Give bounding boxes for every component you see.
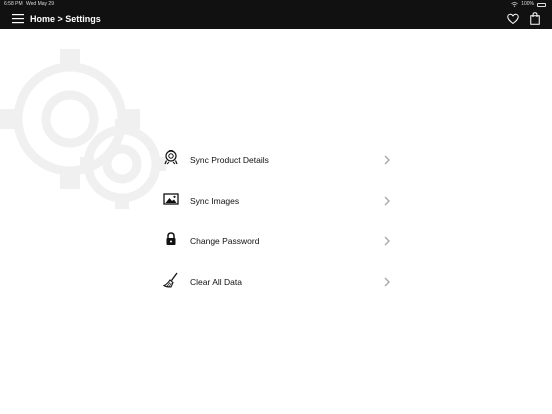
chevron-right-icon [384, 277, 390, 286]
sync-product-icon [164, 150, 178, 165]
settings-item-sync-product-details[interactable]: Sync Product Details [160, 140, 400, 181]
chevron-right-icon [384, 155, 390, 165]
heart-icon[interactable] [507, 13, 519, 25]
shopping-bag-icon[interactable] [530, 12, 540, 25]
battery-percent: 100% [521, 1, 534, 7]
breadcrumb-current: Settings [65, 14, 101, 24]
battery-icon [537, 2, 546, 7]
settings-item-clear-all-data[interactable]: Clear All Data [160, 262, 400, 303]
nav-bar: Home > Settings [0, 9, 552, 29]
status-bar: 6:58 PM Wed May 29 100% [0, 0, 552, 9]
image-icon [163, 192, 179, 205]
clear-all-data-label: Clear All Data [190, 276, 242, 287]
chevron-right-icon [384, 236, 390, 246]
sync-product-details-label: Sync Product Details [190, 155, 269, 165]
status-time: 6:58 PM [4, 1, 23, 7]
wifi-icon [511, 2, 518, 7]
status-right: 100% [511, 0, 546, 9]
broom-icon [163, 272, 178, 288]
change-password-label: Change Password [190, 236, 260, 246]
settings-item-sync-images[interactable]: Sync Images [160, 181, 400, 222]
breadcrumb-home-link[interactable]: Home > [30, 14, 63, 24]
chevron-right-icon [384, 196, 390, 205]
hamburger-menu-icon[interactable] [12, 13, 24, 24]
settings-list: Sync Product Details Sync Images Change … [160, 140, 400, 302]
lock-icon [166, 232, 176, 245]
breadcrumb: Home > Settings [30, 9, 101, 29]
status-date: Wed May 29 [26, 1, 54, 7]
settings-item-change-password[interactable]: Change Password [160, 221, 400, 262]
sync-images-label: Sync Images [190, 195, 240, 206]
